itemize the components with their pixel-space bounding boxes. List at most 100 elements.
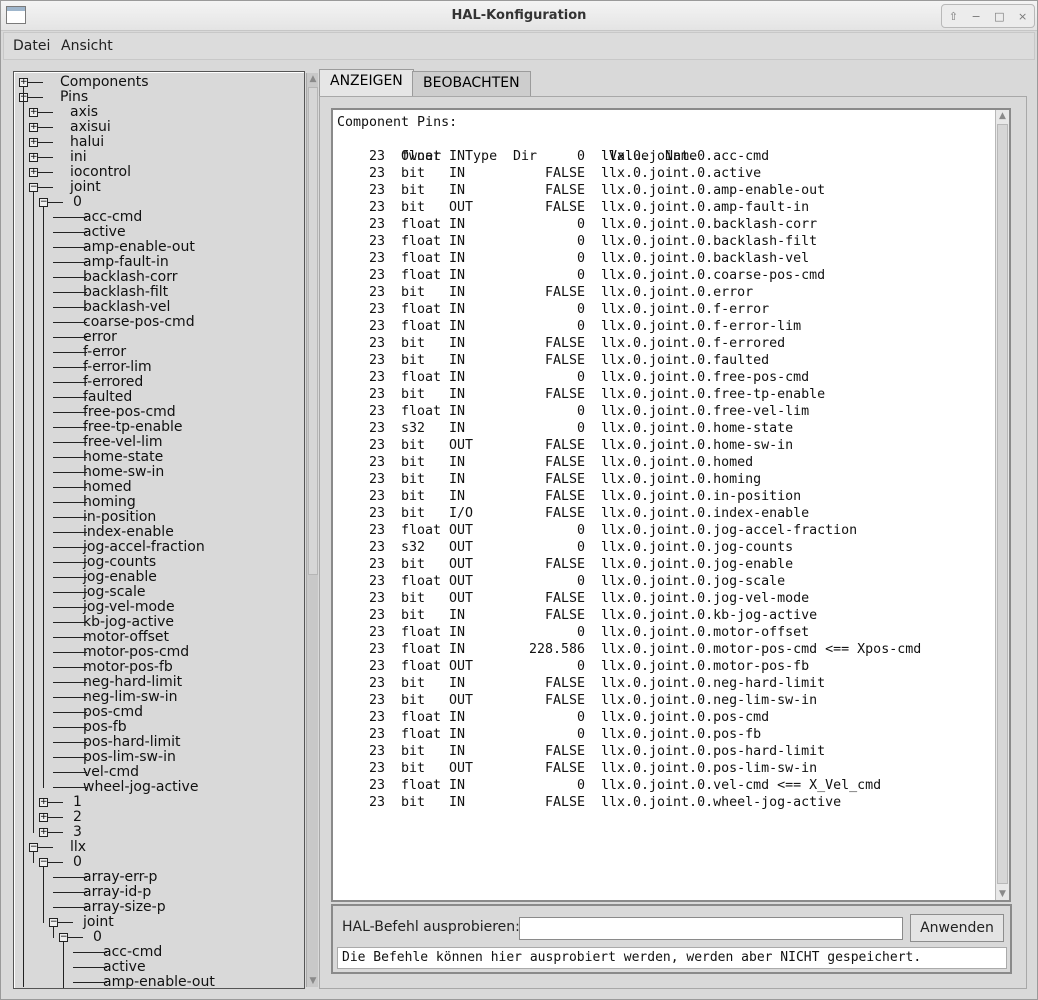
tree-item[interactable]: jog-counts: [83, 555, 156, 570]
expand-icon[interactable]: +: [29, 153, 38, 162]
tree-item[interactable]: vel-cmd: [83, 765, 139, 780]
tree-item[interactable]: halui: [70, 135, 104, 150]
tree-scroll-thumb[interactable]: [308, 87, 318, 575]
tree-item[interactable]: free-tp-enable: [83, 420, 183, 435]
tree-item[interactable]: array-err-p: [83, 870, 157, 885]
tree-scrollbar[interactable]: ▲ ▼: [306, 73, 318, 987]
tree-item[interactable]: acc-cmd: [103, 945, 162, 960]
tree-item[interactable]: homing: [83, 495, 136, 510]
pin-tree[interactable]: Components + Pins − axis + axisui + halui + ini + io…: [13, 71, 305, 989]
tree-item[interactable]: error: [83, 330, 117, 345]
tree-item[interactable]: home-state: [83, 450, 163, 465]
tree-item[interactable]: 0: [73, 195, 82, 210]
tree-item[interactable]: active: [103, 960, 146, 975]
tree-item[interactable]: 1: [73, 795, 82, 810]
tree-item[interactable]: pos-lim-sw-in: [83, 750, 176, 765]
tree-item[interactable]: array-size-p: [83, 900, 166, 915]
tree-item[interactable]: index-enable: [83, 525, 174, 540]
tree-item[interactable]: jog-scale: [83, 585, 145, 600]
tree-item[interactable]: joint: [83, 915, 114, 930]
tree-item[interactable]: 2: [73, 810, 82, 825]
pin-output[interactable]: Component Pins: Owner Type Dir Value Name 23…: [331, 108, 1011, 902]
tree-item[interactable]: free-pos-cmd: [83, 405, 176, 420]
tree-item[interactable]: joint: [70, 180, 101, 195]
shade-icon[interactable]: ⇧: [949, 10, 958, 23]
maximize-icon[interactable]: □: [994, 10, 1004, 23]
tree-item[interactable]: f-error: [83, 345, 126, 360]
tree-item[interactable]: iocontrol: [70, 165, 131, 180]
tree-item[interactable]: 0: [93, 930, 102, 945]
tree-item[interactable]: home-sw-in: [83, 465, 164, 480]
tree-item[interactable]: ini: [70, 150, 87, 165]
minimize-icon[interactable]: −: [971, 10, 980, 23]
expand-icon[interactable]: +: [29, 168, 38, 177]
tree-item[interactable]: backlash-filt: [83, 285, 168, 300]
tree-item[interactable]: array-id-p: [83, 885, 151, 900]
tree-item[interactable]: motor-offset: [83, 630, 169, 645]
tree-item[interactable]: axisui: [70, 120, 111, 135]
tree-item[interactable]: Components: [60, 75, 149, 90]
expand-icon[interactable]: +: [39, 798, 48, 807]
collapse-icon[interactable]: −: [39, 858, 48, 867]
tree-item[interactable]: backlash-vel: [83, 300, 170, 315]
output-scrollbar[interactable]: ▲ ▼: [995, 110, 1009, 900]
expand-icon[interactable]: +: [39, 813, 48, 822]
tree-item[interactable]: pos-fb: [83, 720, 127, 735]
tree-item[interactable]: jog-vel-mode: [83, 600, 175, 615]
tree-item[interactable]: jog-accel-fraction: [83, 540, 205, 555]
apply-button[interactable]: Anwenden: [910, 914, 1004, 942]
collapse-icon[interactable]: −: [39, 198, 48, 207]
tree-item[interactable]: coarse-pos-cmd: [83, 315, 195, 330]
expand-icon[interactable]: +: [39, 828, 48, 837]
tree-item[interactable]: acc-cmd: [83, 210, 142, 225]
collapse-icon[interactable]: −: [29, 183, 38, 192]
expand-icon[interactable]: +: [29, 123, 38, 132]
expand-icon[interactable]: +: [19, 78, 28, 87]
tree-item[interactable]: neg-hard-limit: [83, 675, 182, 690]
tree-item[interactable]: 0: [73, 855, 82, 870]
cell-type: float: [401, 302, 442, 317]
tree-item[interactable]: f-errored: [83, 375, 143, 390]
scroll-down-icon[interactable]: ▼: [307, 975, 319, 987]
tree-item[interactable]: faulted: [83, 390, 132, 405]
output-scroll-down-icon[interactable]: ▼: [996, 888, 1009, 900]
collapse-icon[interactable]: −: [49, 918, 58, 927]
collapse-icon[interactable]: −: [59, 933, 68, 942]
scroll-up-icon[interactable]: ▲: [307, 73, 319, 85]
tree-item[interactable]: pos-hard-limit: [83, 735, 181, 750]
close-icon[interactable]: ×: [1018, 10, 1027, 23]
tree-item[interactable]: backlash-corr: [83, 270, 178, 285]
command-input[interactable]: [519, 917, 903, 940]
tree-item[interactable]: f-error-lim: [83, 360, 152, 375]
tree-item[interactable]: axis: [70, 105, 98, 120]
menu-datei[interactable]: Datei: [13, 38, 50, 54]
tab-anzeigen[interactable]: ANZEIGEN: [319, 69, 414, 96]
tree-item[interactable]: amp-enable-out: [103, 975, 215, 989]
cell-owner: 23: [368, 183, 385, 198]
tree-item[interactable]: motor-pos-cmd: [83, 645, 189, 660]
tree-item[interactable]: homed: [83, 480, 132, 495]
tree-item[interactable]: amp-enable-out: [83, 240, 195, 255]
tree-item[interactable]: kb-jog-active: [83, 615, 174, 630]
collapse-icon[interactable]: −: [29, 843, 38, 852]
expand-icon[interactable]: +: [29, 108, 38, 117]
tree-item[interactable]: wheel-jog-active: [83, 780, 198, 795]
tree-item[interactable]: Pins: [60, 90, 88, 105]
tree-item[interactable]: free-vel-lim: [83, 435, 163, 450]
cell-type: bit: [401, 608, 426, 623]
tree-item[interactable]: active: [83, 225, 126, 240]
tree-item[interactable]: pos-cmd: [83, 705, 143, 720]
tree-item[interactable]: neg-lim-sw-in: [83, 690, 177, 705]
tree-item[interactable]: in-position: [83, 510, 156, 525]
tree-item[interactable]: jog-enable: [83, 570, 157, 585]
output-scroll-up-icon[interactable]: ▲: [996, 110, 1009, 122]
tree-item[interactable]: amp-fault-in: [83, 255, 169, 270]
cell-owner: 23: [368, 268, 385, 283]
menu-ansicht[interactable]: Ansicht: [61, 38, 113, 54]
tree-item[interactable]: llx: [70, 840, 86, 855]
output-scroll-thumb[interactable]: [997, 124, 1008, 884]
tree-item[interactable]: 3: [73, 825, 82, 840]
expand-icon[interactable]: +: [29, 138, 38, 147]
tree-item[interactable]: motor-pos-fb: [83, 660, 173, 675]
tab-beobachten[interactable]: BEOBACHTEN: [412, 71, 531, 96]
